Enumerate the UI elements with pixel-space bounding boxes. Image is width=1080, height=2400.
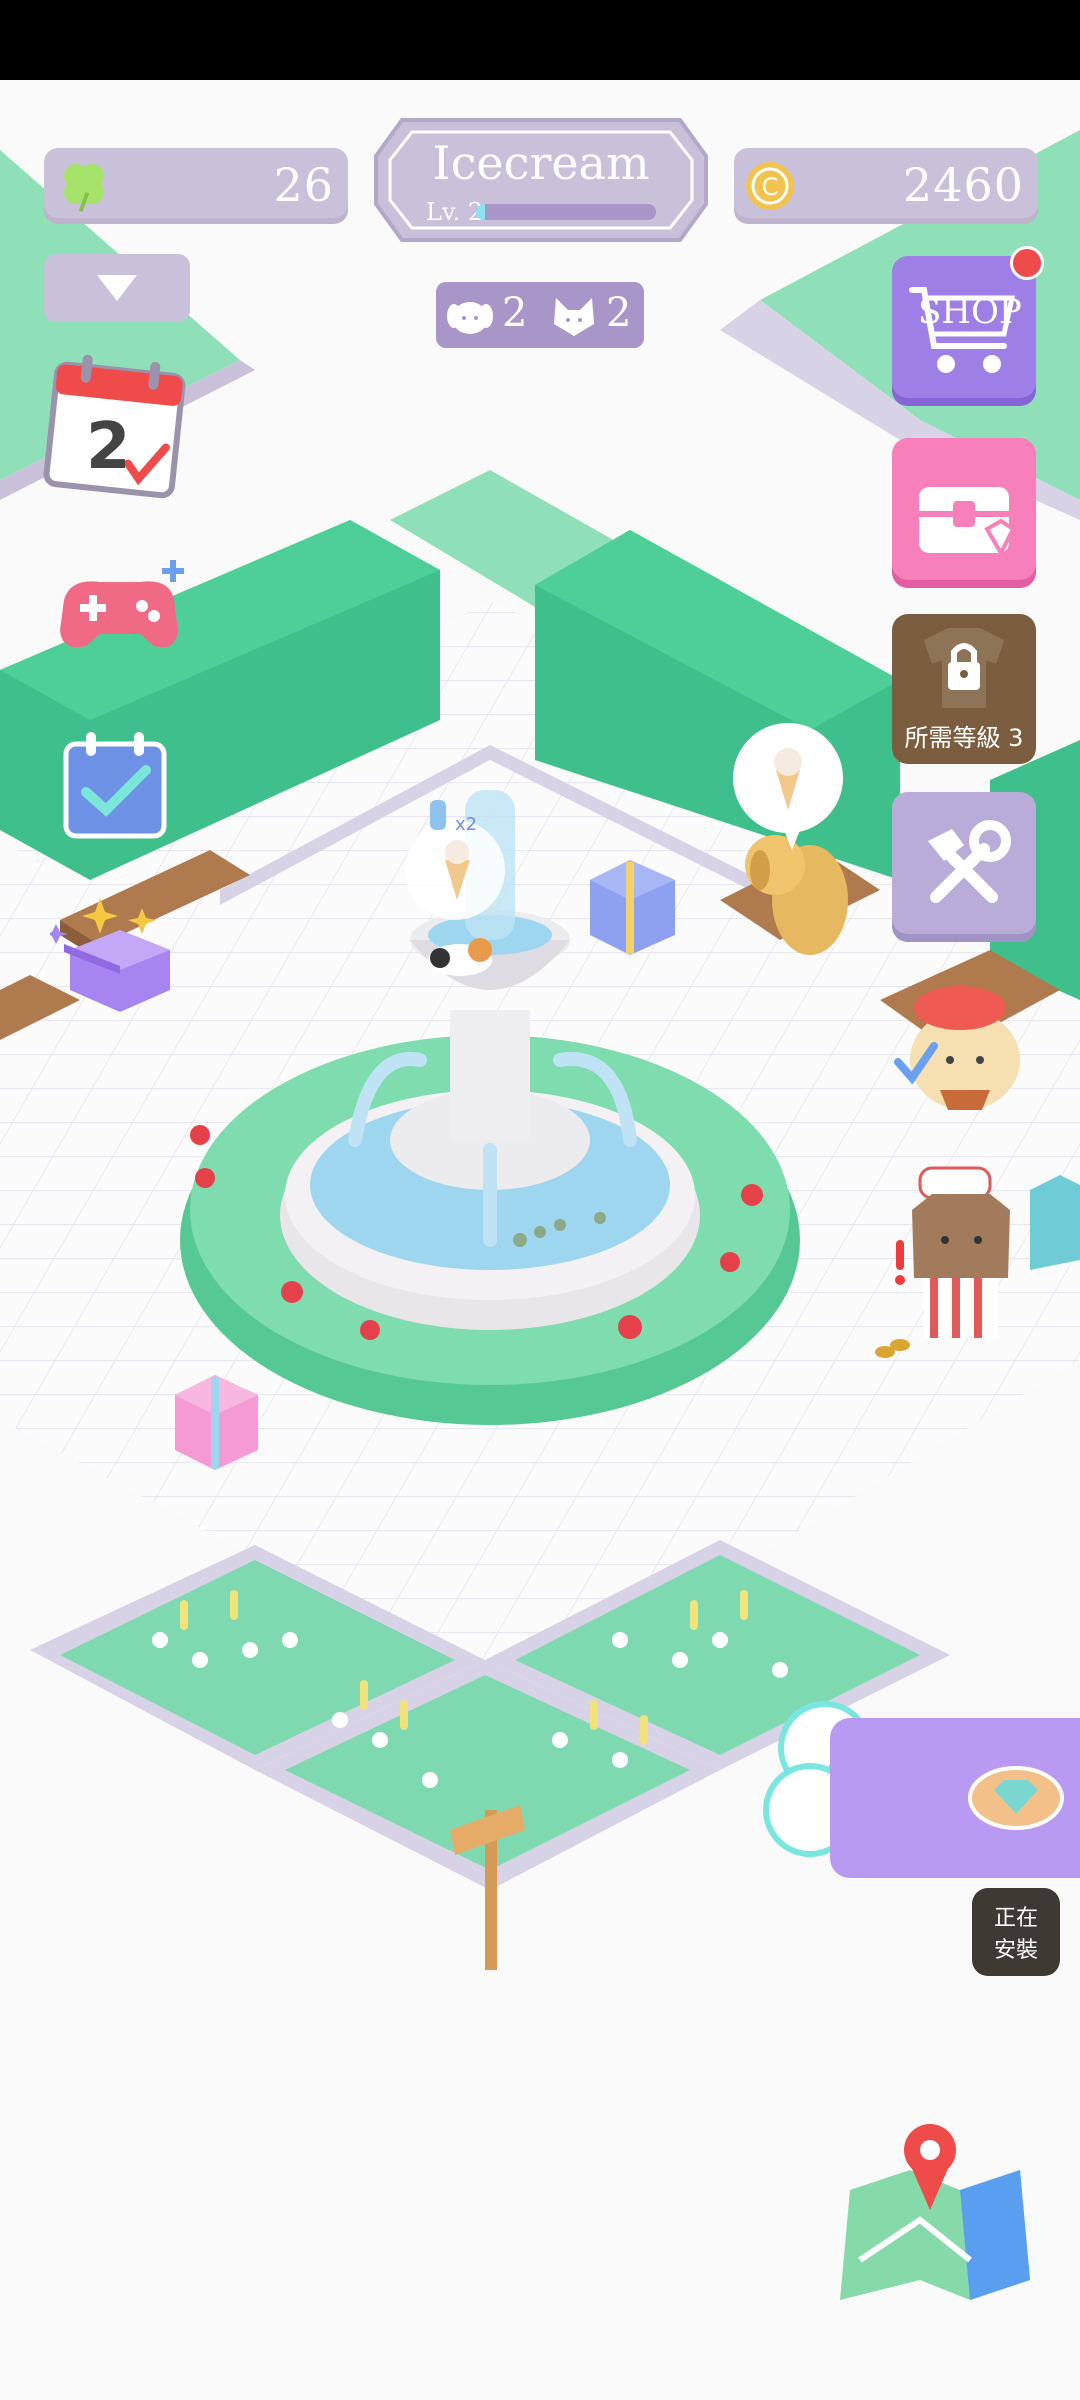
player-nameplate[interactable]: Icecream Lv. 2 [372,116,710,244]
cat-icon [554,298,594,336]
map-icon [840,2124,1030,2300]
gamepad-icon [60,560,184,648]
cat-customer[interactable] [890,1160,1040,1390]
gift-box-pink[interactable] [175,1375,258,1470]
game-scene[interactable]: x2 26 Icecream Lv. 2 C 2460 2 2 2 SHOP 所… [0,80,1080,2400]
tools-icon [928,820,1011,903]
cat-count: 2 [606,290,632,336]
diamond-offer-banner[interactable] [830,1718,1080,1878]
bubble-multiplier: x2 [455,814,477,835]
treasure-chest-icon [919,487,1016,558]
poodle-customer[interactable] [890,970,1040,1120]
lock-icon [924,628,1004,708]
build-tools-button[interactable] [892,792,1036,942]
install-status-line2: 安裝 [993,1938,1038,1963]
coin-icon: C [746,162,794,210]
dog-icon [447,302,493,334]
notification-dot [1010,246,1044,280]
map-button[interactable] [820,2110,1040,2310]
level-progress-bar [476,204,656,220]
install-status-line1: 正在 [993,1906,1038,1931]
clover-counter[interactable]: 26 [44,148,348,224]
locked-wardrobe-button[interactable]: 所需等級 3 [892,614,1036,764]
mystery-box-button[interactable] [46,890,190,1020]
poodle-icon [894,986,1020,1110]
dropdown-button[interactable] [44,254,190,322]
checklist-button[interactable] [60,730,170,840]
fountain-column [450,1010,530,1140]
shop-button[interactable]: SHOP [892,246,1044,406]
dog-count: 2 [502,290,528,336]
minigame-button[interactable] [50,560,190,660]
status-bar [0,0,1080,80]
shopping-cart-icon [909,287,1016,373]
chevron-down-icon [97,275,137,301]
clover-count: 26 [273,158,334,212]
locked-label: 所需等級 3 [904,724,1024,752]
diamond-icon [968,1766,1064,1830]
daily-calendar-button[interactable]: 2 [40,350,190,500]
coin-counter[interactable]: C 2460 [734,148,1038,224]
coin-count: 2460 [902,158,1024,212]
install-status-badge[interactable]: 正在 安裝 [972,1888,1060,1976]
treasure-chest-button[interactable] [892,438,1036,588]
level-label: Lv. 2 [426,198,484,226]
clover-icon [64,164,104,213]
checklist-icon [63,732,167,839]
mystery-box-icon [46,898,170,1012]
svg-text:C: C [762,173,779,201]
player-name: Icecream [432,136,650,190]
level-progress-fill [476,204,485,220]
pet-count-badge[interactable]: 2 2 [436,282,644,348]
calendar-day: 2 [86,410,131,484]
cat-chef-icon [895,1166,1010,1338]
